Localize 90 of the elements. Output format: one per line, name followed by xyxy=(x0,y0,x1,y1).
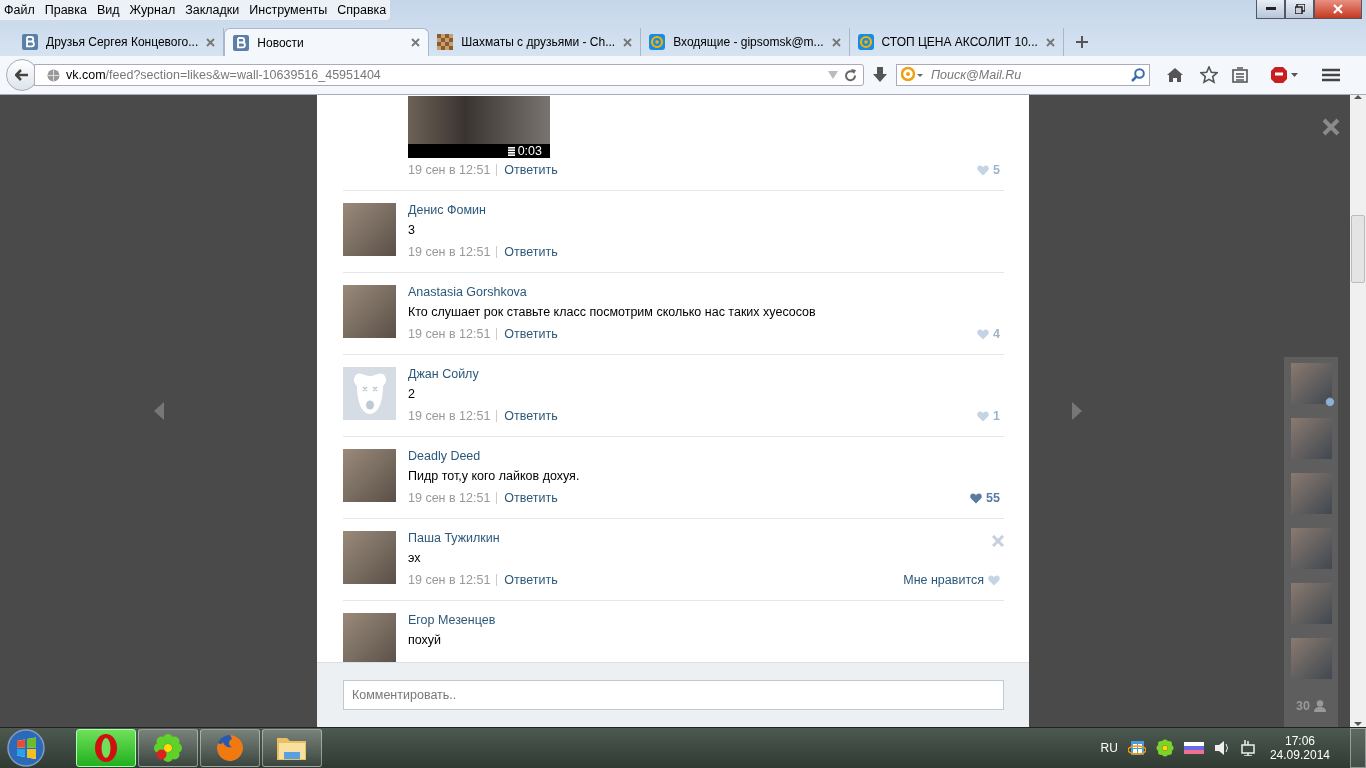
search-icon[interactable] xyxy=(1131,68,1145,82)
network-icon[interactable] xyxy=(1239,740,1256,756)
arrow-left-icon xyxy=(15,69,29,81)
author-name[interactable]: Anastasia Gorshkova xyxy=(408,285,1004,302)
clock-time[interactable]: 17:06 xyxy=(1284,734,1315,748)
menu-item[interactable]: Правка xyxy=(44,3,87,17)
vk-logo-icon xyxy=(233,34,250,51)
comment-field[interactable]: Комментировать.. xyxy=(343,680,1004,710)
video-duration: 0:03 xyxy=(517,144,542,158)
heart-icon xyxy=(977,328,990,340)
heart-icon xyxy=(970,492,983,504)
star-icon[interactable] xyxy=(1200,66,1218,84)
restore-icon xyxy=(1294,4,1305,14)
like-button[interactable]: Мне нравится xyxy=(903,573,1000,587)
reload-icon[interactable] xyxy=(844,68,857,82)
show-desktop-button[interactable] xyxy=(1350,728,1366,768)
language-indicator[interactable]: RU xyxy=(1100,741,1118,755)
author-name[interactable]: Джан Сойлу xyxy=(408,367,1004,384)
adblock-icon[interactable] xyxy=(1270,66,1300,84)
reply-link[interactable]: Ответить xyxy=(504,409,558,423)
like-button[interactable]: 55 xyxy=(970,491,1000,505)
comment-date: 19 сен в 12:51 xyxy=(408,163,491,177)
comment-text: похуй xyxy=(408,633,443,649)
reply-link[interactable]: Ответить xyxy=(504,327,558,341)
restore-button[interactable] xyxy=(1285,0,1314,19)
start-button[interactable] xyxy=(6,728,46,768)
comment-date: 19 сен в 12:51 xyxy=(408,491,491,505)
comment-date: 19 сен в 12:51 xyxy=(408,573,491,587)
heart-icon xyxy=(977,164,990,176)
reading-list-icon[interactable] xyxy=(1232,67,1248,83)
comment-date: 19 сен в 12:51 xyxy=(408,327,491,341)
menu-item[interactable]: Вид xyxy=(96,3,120,17)
menu-item[interactable]: Журнал xyxy=(129,3,176,17)
tab-close-icon[interactable] xyxy=(831,37,841,47)
video-thumbnail-placeholder[interactable]: 0:03 xyxy=(408,96,550,158)
comment-text: Кто слушает рок ставьте класс посмотрим сколько нас таких хуесосов xyxy=(408,305,817,321)
search-box[interactable]: Поиск@Mail.Ru xyxy=(896,64,1150,86)
person-icon xyxy=(1313,700,1326,712)
reply-link[interactable]: Ответить xyxy=(504,573,558,587)
new-tab-icon[interactable] xyxy=(1075,36,1088,48)
tab-close-icon[interactable] xyxy=(1045,37,1055,47)
close-button[interactable] xyxy=(1314,0,1362,19)
film-icon xyxy=(507,146,515,156)
clock-date[interactable]: 24.09.2014 xyxy=(1269,748,1330,762)
close-icon[interactable] xyxy=(1322,118,1340,136)
comment-text: 2 xyxy=(408,387,416,403)
firefox-logo-icon xyxy=(215,733,245,763)
tab-close-icon[interactable] xyxy=(411,38,421,47)
comment-text: эх xyxy=(408,551,422,567)
address-bar[interactable]: vk.com/feed?section=likes&w=wall-10639516_45951404 xyxy=(34,64,864,86)
windows-update-icon[interactable] xyxy=(1127,739,1146,757)
comment-date: 19 сен в 12:51 xyxy=(408,409,491,423)
opera-logo-icon xyxy=(93,733,119,763)
scrollbar[interactable] xyxy=(1350,94,1366,727)
menu-icon[interactable] xyxy=(1322,68,1340,82)
flower-logo-icon xyxy=(153,733,183,763)
close-icon xyxy=(1333,4,1343,14)
taskbar-app-button[interactable] xyxy=(76,729,136,767)
url-text: vk.com/feed?section=likes&w=wall-10639516_45951404 xyxy=(66,68,382,82)
flag-icon[interactable] xyxy=(1183,742,1204,754)
flower-icon[interactable] xyxy=(1155,739,1174,757)
download-icon[interactable] xyxy=(872,67,888,83)
globe-icon xyxy=(47,68,60,82)
author-name[interactable]: Паша Тужилкин xyxy=(408,531,1004,548)
vk-logo-icon xyxy=(22,34,38,50)
chessboard-icon xyxy=(437,34,454,50)
scroll-thumb[interactable] xyxy=(1351,215,1365,283)
reply-link[interactable]: Ответить xyxy=(504,245,558,259)
speaker-icon[interactable] xyxy=(1213,740,1230,756)
heart-icon xyxy=(988,574,1000,586)
minimize-icon xyxy=(1265,7,1276,11)
menu-item[interactable]: Инструменты xyxy=(249,3,328,17)
author-name[interactable]: Денис Фомин xyxy=(408,203,1004,220)
comment-date: 19 сен в 12:51 xyxy=(408,245,491,259)
home-icon[interactable] xyxy=(1166,67,1184,83)
reply-link[interactable]: Ответить xyxy=(504,491,558,505)
tab-close-icon[interactable] xyxy=(623,37,633,47)
reply-link[interactable]: Ответить xyxy=(504,163,558,177)
comment-text: 3 xyxy=(408,223,416,239)
author-name[interactable]: Егор Мезенцев xyxy=(408,613,1004,630)
browser-tab[interactable]: Новости xyxy=(224,28,430,56)
menu-item[interactable]: Закладки xyxy=(185,3,240,17)
heart-icon xyxy=(977,410,990,422)
author-name[interactable]: Deadly Deed xyxy=(408,449,1004,466)
minimize-button[interactable] xyxy=(1256,0,1285,19)
online-indicator xyxy=(1324,397,1335,407)
menu-item[interactable]: Файл xyxy=(4,3,35,17)
comment-text: Пидр тот,у кого лайков дохуя. xyxy=(408,469,581,485)
menu-item[interactable]: Справка xyxy=(337,3,387,17)
tab-close-icon[interactable] xyxy=(206,37,216,47)
